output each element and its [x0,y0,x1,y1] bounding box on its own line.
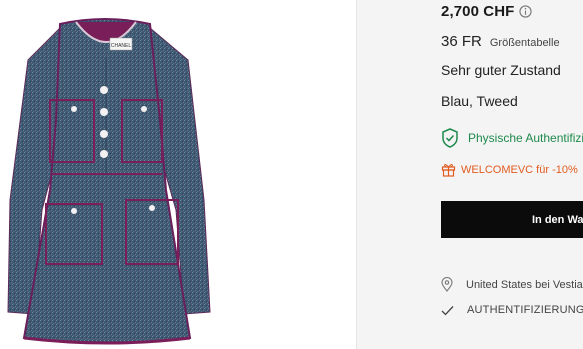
shipping-text: United States bei Vestiaire Collective [466,278,583,291]
promo-row: WELCOMEVC für -10% [441,162,578,177]
brand-label: CHANEL [111,43,132,49]
size-value: 36 FR [441,33,482,50]
dress-image: CHANEL [7,18,211,345]
authenticity-text: Physische Authentifizierung [468,131,583,145]
info-icon[interactable] [519,5,533,18]
product-info-panel: 2,700 CHF 36 FR Größentabelle Sehr guter… [357,0,583,349]
price-row: 2,700 CHF [441,3,533,20]
checkmark-icon [441,305,454,315]
authentication-row: AUTHENTIFIZIERUNG [441,304,583,316]
material-text: Blau, Tweed [441,93,518,109]
size-row: 36 FR Größentabelle [441,33,560,50]
shipping-row: United States bei Vestiaire Collective [441,277,583,292]
promo-code-text: WELCOMEVC für -10% [461,163,578,176]
location-pin-icon [441,277,453,292]
add-to-cart-button[interactable]: In den Warenkorb [441,201,583,238]
shield-check-icon [442,128,458,148]
authentication-text: AUTHENTIFIZIERUNG [467,304,583,316]
authenticity-badge: Physische Authentifizierung [441,128,583,148]
price: 2,700 CHF [441,3,515,20]
gift-icon [441,164,456,177]
size-guide-link[interactable]: Größentabelle [490,37,560,49]
product-image-panel[interactable]: CHANEL [0,0,356,349]
condition-text: Sehr guter Zustand [441,62,561,78]
